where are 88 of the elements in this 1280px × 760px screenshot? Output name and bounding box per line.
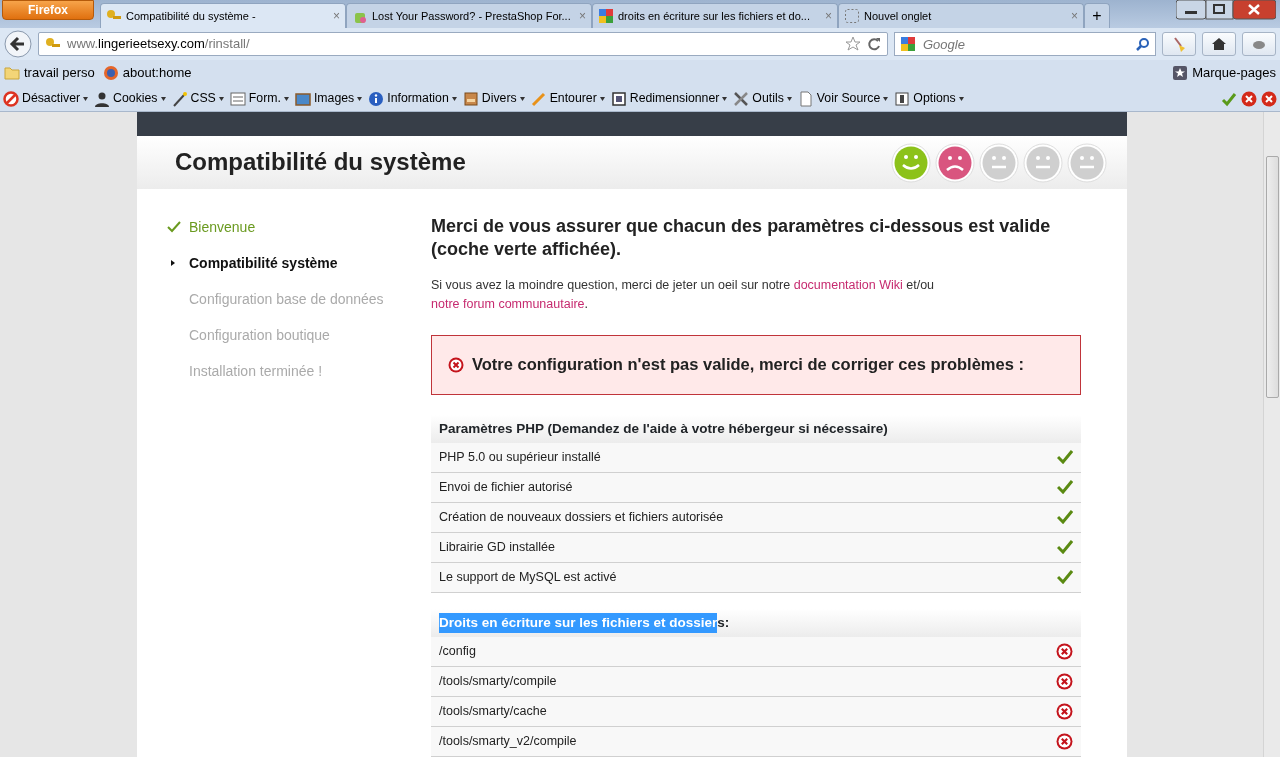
check-icon[interactable] xyxy=(1221,90,1237,107)
caret-icon xyxy=(958,96,964,101)
toolbar-menu[interactable]: Divers xyxy=(462,89,525,108)
broom-icon xyxy=(1171,36,1187,52)
url-text: www.lingerieetsexy.com/rinstall/ xyxy=(67,35,251,54)
tools-icon xyxy=(733,90,750,107)
requirement-label: /tools/smarty/compile xyxy=(439,672,557,690)
neutral-face-icon xyxy=(1023,142,1063,183)
instructions-heading: Merci de vous assurer que chacun des paramètres ci-dessous est valide (coche verte affichée). xyxy=(431,215,1052,260)
document-icon xyxy=(797,90,814,107)
toolbar-menu[interactable]: Désactiver xyxy=(3,89,89,108)
error-message: Votre configuration n'est pas valide, merci de corriger ces problèmes : xyxy=(472,354,1024,376)
folder-icon xyxy=(4,65,20,81)
reload-icon[interactable] xyxy=(867,37,881,51)
scrollbar-thumb[interactable] xyxy=(1265,156,1279,398)
resize-icon xyxy=(610,90,627,107)
error-icon xyxy=(448,356,464,373)
toolbar-menu[interactable]: CSS xyxy=(171,89,224,108)
logo-icon xyxy=(598,8,614,24)
caret-icon xyxy=(218,96,224,101)
blank-page-icon xyxy=(844,8,860,24)
star-icon[interactable] xyxy=(845,36,861,52)
toolbar-menu[interactable]: Redimensionner xyxy=(610,89,728,108)
requirement-label: Envoi de fichier autorisé xyxy=(439,478,573,496)
sad-face-icon xyxy=(935,142,975,183)
home-icon xyxy=(1211,36,1227,52)
toolbar-menu[interactable]: Outils xyxy=(733,89,792,108)
neutral-face-icon xyxy=(979,142,1019,183)
help-link[interactable]: notre forum communautaire xyxy=(431,297,585,312)
toolbar-menu[interactable]: Cookies xyxy=(94,89,166,108)
caret-icon xyxy=(722,96,728,101)
browser-tab[interactable]: Compatibilité du système - × xyxy=(100,3,346,28)
caret-icon xyxy=(283,96,289,101)
home-button[interactable] xyxy=(1202,32,1236,56)
toolbar-menu[interactable]: Entourer xyxy=(530,89,605,108)
browser-tab[interactable]: Nouvel onglet × xyxy=(838,3,1084,28)
scrollbar[interactable] xyxy=(1263,112,1280,757)
happy-face-icon xyxy=(891,142,931,183)
requirement-label: Le support de MySQL est activé xyxy=(439,568,617,586)
new-tab-button[interactable]: + xyxy=(1084,3,1110,28)
requirement-label: PHP 5.0 ou supérieur installé xyxy=(439,448,601,466)
bookmark-item[interactable]: about:home xyxy=(102,63,192,83)
requirement-label: /tools/smarty/cache xyxy=(439,702,547,720)
toolbar-menu[interactable]: Form. xyxy=(229,89,289,108)
caret-icon xyxy=(786,96,792,101)
wand-icon xyxy=(171,90,188,107)
caret-icon xyxy=(357,96,363,101)
back-icon[interactable] xyxy=(4,30,32,58)
browser-tab[interactable]: droits en écriture sur les fichiers et do... × xyxy=(592,3,838,28)
requirement-label: /tools/smarty_v2/compile xyxy=(439,732,577,750)
logo-icon xyxy=(900,36,916,52)
drawer-icon xyxy=(462,90,479,107)
form-icon xyxy=(229,90,246,107)
options-icon xyxy=(894,90,911,107)
globe-icon xyxy=(102,65,119,81)
toolbar-menu[interactable]: Information xyxy=(368,89,457,108)
bookmarks-menu[interactable]: Marque-pages xyxy=(1172,63,1276,83)
toolbar-menu[interactable]: Images xyxy=(294,89,363,108)
person-icon xyxy=(94,90,111,107)
address-bar[interactable]: www.lingerieetsexy.com/rinstall/ xyxy=(38,32,888,56)
bug-button[interactable] xyxy=(1242,32,1276,56)
requirement-label: Création de nouveaux dossiers et fichiers autorisée xyxy=(439,508,724,526)
caret-icon xyxy=(83,96,89,101)
caret-icon xyxy=(599,96,605,101)
browser-tab[interactable]: Lost Your Password? - PrestaShop For... × xyxy=(346,3,592,28)
help-link[interactable]: documentation Wiki xyxy=(793,278,903,292)
caret-icon xyxy=(160,96,166,101)
caret-icon xyxy=(451,96,457,101)
step-label[interactable]: Compatibilité système xyxy=(189,252,338,274)
neutral-face-icon xyxy=(1067,142,1107,183)
bookmark-item[interactable]: travail perso xyxy=(4,63,95,83)
page-title: Compatibilité du système xyxy=(175,148,466,177)
caret-icon xyxy=(883,96,889,101)
requirement-label: Librairie GD installée xyxy=(439,538,556,556)
prohibited-icon xyxy=(3,90,19,107)
intro-paragraph: Si vous avez la moindre question, merci de jeter un oeil sur notre documentation Wiki et/ou notre forum communautaire. xyxy=(431,277,936,314)
toolbar-menu[interactable]: Options xyxy=(894,89,964,108)
requirement-label: /config xyxy=(439,642,476,660)
pencil-icon xyxy=(530,90,547,107)
info-icon xyxy=(368,90,385,107)
image-icon xyxy=(294,90,311,107)
caret-icon xyxy=(519,96,525,101)
close-icon[interactable] xyxy=(1241,90,1257,107)
toolbar-menu[interactable]: Voir Source xyxy=(797,89,889,108)
search-field[interactable]: Google xyxy=(894,32,1156,56)
tab-close-button[interactable]: × xyxy=(333,7,340,25)
search-icon[interactable] xyxy=(1136,37,1150,51)
close-icon[interactable] xyxy=(1261,90,1277,107)
